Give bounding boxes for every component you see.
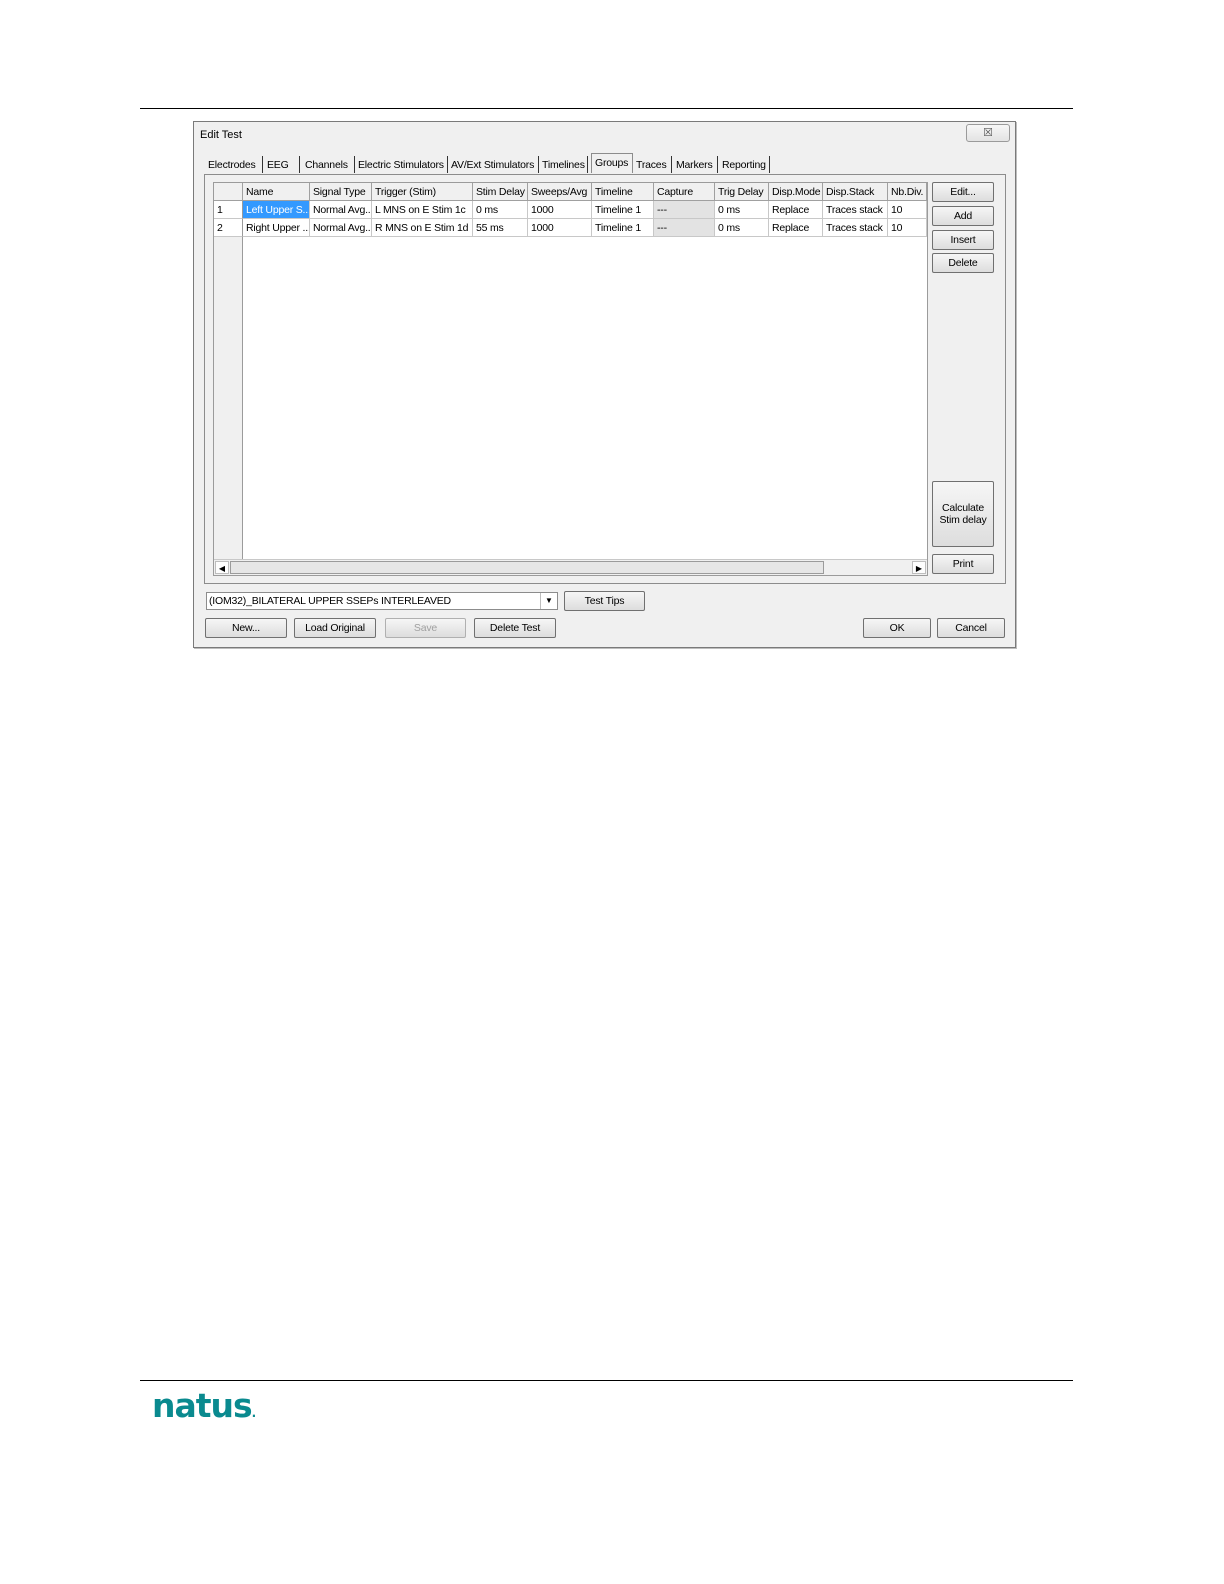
delete-test-button[interactable]: Delete Test xyxy=(474,618,556,638)
column-header[interactable]: Signal Type xyxy=(310,183,372,201)
header-rule xyxy=(140,108,1073,109)
logo-text: natus xyxy=(152,1386,253,1425)
column-header[interactable]: Name xyxy=(243,183,310,201)
tab-eeg[interactable]: EEG xyxy=(267,156,300,173)
grid-cell[interactable]: 0 ms xyxy=(715,201,769,219)
column-header[interactable]: Capture xyxy=(654,183,715,201)
row-index: 1 xyxy=(214,201,243,219)
tab-channels[interactable]: Channels xyxy=(305,156,355,173)
groups-tab-panel: Name Signal Type Trigger (Stim) Stim Del… xyxy=(204,174,1006,584)
cancel-button[interactable]: Cancel xyxy=(937,618,1005,638)
close-icon: ☒ xyxy=(983,127,993,139)
tab-electrodes[interactable]: Electrodes xyxy=(208,156,263,173)
tab-reporting[interactable]: Reporting xyxy=(722,156,770,173)
grid-cell[interactable]: 10 xyxy=(888,219,927,237)
grid-header: Name Signal Type Trigger (Stim) Stim Del… xyxy=(214,183,927,201)
grid-cell[interactable]: 1000 xyxy=(528,219,592,237)
delete-button[interactable]: Delete xyxy=(932,253,994,273)
grid-cell: --- xyxy=(654,219,715,237)
tab-groups[interactable]: Groups xyxy=(591,153,633,173)
grid-cell[interactable]: 0 ms xyxy=(715,219,769,237)
table-row[interactable]: 1 Left Upper S... Normal Avg... L MNS on… xyxy=(214,201,927,219)
test-select-value: (IOM32)_BILATERAL UPPER SSEPs INTERLEAVE… xyxy=(209,595,451,607)
groups-grid[interactable]: Name Signal Type Trigger (Stim) Stim Del… xyxy=(213,182,928,576)
grid-cell[interactable]: Replace xyxy=(769,219,823,237)
calculate-stim-delay-button[interactable]: Calculate Stim delay xyxy=(932,481,994,547)
grid-cell[interactable]: 55 ms xyxy=(473,219,528,237)
natus-logo: natus. xyxy=(152,1386,256,1425)
tab-electric-stimulators[interactable]: Electric Stimulators xyxy=(358,156,448,173)
column-header[interactable]: Trig Delay xyxy=(715,183,769,201)
tab-timelines[interactable]: Timelines xyxy=(542,156,588,173)
print-button[interactable]: Print xyxy=(932,554,994,574)
scroll-thumb[interactable] xyxy=(230,561,824,574)
footer-rule xyxy=(140,1380,1073,1381)
tab-traces[interactable]: Traces xyxy=(636,156,672,173)
insert-button[interactable]: Insert xyxy=(932,230,994,250)
add-button[interactable]: Add xyxy=(932,206,994,226)
grid-cell[interactable]: 0 ms xyxy=(473,201,528,219)
edit-button[interactable]: Edit... xyxy=(932,182,994,202)
grid-cell[interactable]: L MNS on E Stim 1c xyxy=(372,201,473,219)
table-row[interactable]: 2 Right Upper ... Normal Avg... R MNS on… xyxy=(214,219,927,237)
column-header[interactable]: Nb.Div. xyxy=(888,183,927,201)
column-header[interactable]: Stim Delay xyxy=(473,183,528,201)
grid-cell[interactable]: Normal Avg... xyxy=(310,201,372,219)
grid-cell[interactable]: Traces stack xyxy=(823,201,888,219)
grid-cell: --- xyxy=(654,201,715,219)
column-header[interactable]: Disp.Mode xyxy=(769,183,823,201)
tab-markers[interactable]: Markers xyxy=(676,156,718,173)
grid-cell[interactable]: 1000 xyxy=(528,201,592,219)
grid-cell[interactable]: Timeline 1 xyxy=(592,219,654,237)
scroll-left-icon[interactable]: ◀ xyxy=(215,561,229,574)
logo-mark: . xyxy=(251,1406,256,1420)
new-button[interactable]: New... xyxy=(205,618,287,638)
column-header[interactable]: Sweeps/Avg xyxy=(528,183,592,201)
column-header[interactable]: Timeline xyxy=(592,183,654,201)
load-original-button[interactable]: Load Original xyxy=(294,618,376,638)
grid-cell[interactable]: R MNS on E Stim 1d xyxy=(372,219,473,237)
row-header-column xyxy=(214,183,243,575)
grid-cell[interactable]: Replace xyxy=(769,201,823,219)
horizontal-scrollbar[interactable]: ◀ ▶ xyxy=(214,559,927,575)
ok-button[interactable]: OK xyxy=(863,618,931,638)
corner-cell xyxy=(214,183,243,201)
test-tips-button[interactable]: Test Tips xyxy=(564,591,645,611)
grid-cell[interactable]: Traces stack xyxy=(823,219,888,237)
grid-cell[interactable]: Right Upper ... xyxy=(243,219,310,237)
grid-cell[interactable]: Left Upper S... xyxy=(243,201,310,219)
tab-av-ext-stimulators[interactable]: AV/Ext Stimulators xyxy=(451,156,539,173)
dialog-title: Edit Test xyxy=(200,129,242,141)
row-index: 2 xyxy=(214,219,243,237)
column-header[interactable]: Trigger (Stim) xyxy=(372,183,473,201)
grid-cell[interactable]: 10 xyxy=(888,201,927,219)
grid-cell[interactable]: Timeline 1 xyxy=(592,201,654,219)
chevron-down-icon[interactable]: ▼ xyxy=(540,593,557,609)
grid-cell[interactable]: Normal Avg... xyxy=(310,219,372,237)
title-bar: Edit Test ☒ xyxy=(194,122,1015,148)
scroll-right-icon[interactable]: ▶ xyxy=(912,561,926,574)
save-button[interactable]: Save xyxy=(385,618,466,638)
edit-test-dialog: Edit Test ☒ Electrodes EEG Channels Elec… xyxy=(193,121,1016,648)
test-select[interactable]: (IOM32)_BILATERAL UPPER SSEPs INTERLEAVE… xyxy=(206,592,558,610)
column-header[interactable]: Disp.Stack xyxy=(823,183,888,201)
close-button[interactable]: ☒ xyxy=(966,124,1010,142)
